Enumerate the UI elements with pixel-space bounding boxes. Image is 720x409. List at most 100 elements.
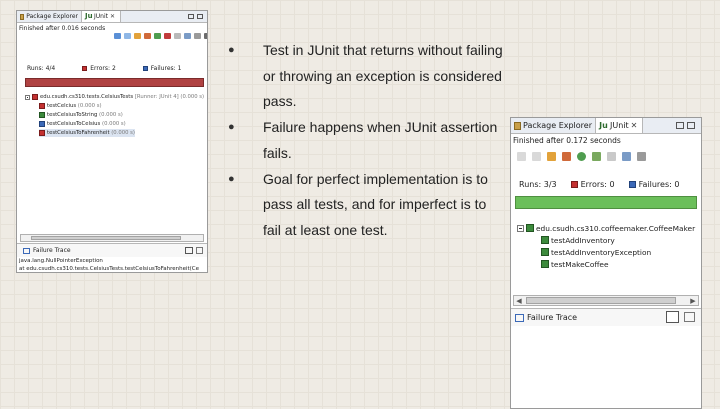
tree-detail: (0.000 s) bbox=[102, 121, 126, 127]
failure-trace-header: Failure Trace bbox=[511, 308, 701, 326]
run-status-text: Finished after 0.172 seconds bbox=[513, 136, 621, 145]
junit-view-passing: Package Explorer Ju JUnit ✕ Finished aft… bbox=[510, 117, 702, 409]
bullet-dot: ● bbox=[228, 172, 235, 185]
tree-label: edu.csudh.cs310.tests.CelsiusTests bbox=[40, 94, 134, 100]
tree-row-test[interactable]: testCelsiusToCelsius (0.000 s) bbox=[39, 120, 126, 128]
tree-detail: (0.000 s) bbox=[111, 130, 135, 136]
maximize-icon[interactable] bbox=[197, 14, 203, 19]
tree-label: edu.csudh.cs310.coffeemaker.CoffeeMaker bbox=[536, 223, 696, 233]
test-pass-icon bbox=[39, 112, 45, 118]
tree-row-suite[interactable]: edu.csudh.cs310.coffeemaker.CoffeeMaker bbox=[517, 222, 695, 234]
runs-value: 3/3 bbox=[543, 180, 557, 189]
bullet-item: ● Failure happens when JUnit assertion f… bbox=[228, 115, 503, 166]
scroll-right-icon[interactable]: ▶ bbox=[688, 296, 698, 305]
tree-label: testMakeCoffee bbox=[551, 259, 609, 269]
test-progress-bar bbox=[25, 78, 204, 87]
minimize-icon[interactable] bbox=[676, 122, 684, 129]
junit-icon: Ju bbox=[599, 121, 608, 130]
next-failure-icon[interactable] bbox=[517, 152, 526, 161]
package-icon bbox=[514, 121, 521, 130]
failures-value: 0 bbox=[674, 180, 680, 189]
tree-row-test[interactable]: testAddInventory bbox=[541, 234, 615, 246]
suite-pass-icon bbox=[526, 224, 534, 232]
bullet-list: ● Test in JUnit that returns without fai… bbox=[228, 38, 503, 244]
layout-icon[interactable] bbox=[194, 33, 201, 39]
history-icon[interactable] bbox=[184, 33, 191, 39]
history-icon[interactable] bbox=[622, 152, 631, 161]
view-menu-icon[interactable] bbox=[204, 33, 207, 39]
layout-icon[interactable] bbox=[637, 152, 646, 161]
compare-results-icon[interactable] bbox=[666, 311, 679, 323]
tab-package-explorer[interactable]: Package Explorer bbox=[511, 118, 595, 133]
maximize-icon[interactable] bbox=[687, 122, 695, 129]
bullet-dot: ● bbox=[228, 44, 235, 56]
tree-label: testAddInventory bbox=[551, 235, 615, 245]
collapse-icon[interactable] bbox=[25, 94, 30, 100]
runs-counter: Runs: 4/4 bbox=[27, 65, 55, 72]
previous-failure-icon[interactable] bbox=[124, 33, 131, 39]
compare-results-icon[interactable] bbox=[185, 247, 193, 254]
tree-row-test[interactable]: testAddInventoryException bbox=[541, 246, 651, 258]
filter-trace-icon[interactable] bbox=[684, 312, 695, 322]
error-icon bbox=[82, 66, 88, 71]
minimize-icon[interactable] bbox=[188, 14, 194, 19]
junit-view-failing: Package Explorer Ju JUnit ✕ Finished aft… bbox=[16, 10, 208, 273]
trace-frame-line[interactable]: at edu.csudh.cs310.tests.CelsiusTests.te… bbox=[19, 266, 199, 272]
tree-row-test[interactable]: testCelsiusToString (0.000 s) bbox=[39, 111, 123, 119]
tree-horizontal-scrollbar[interactable]: ◀ ▶ bbox=[513, 295, 699, 306]
show-failures-only-icon[interactable] bbox=[547, 152, 556, 161]
rerun-icon[interactable] bbox=[154, 33, 161, 39]
rerun-failed-icon[interactable] bbox=[164, 33, 171, 39]
close-icon[interactable]: ✕ bbox=[631, 121, 638, 130]
tab-label: JUnit bbox=[610, 121, 629, 130]
tree-detail: (0.000 s) bbox=[77, 103, 102, 109]
tab-junit[interactable]: Ju JUnit ✕ bbox=[81, 11, 121, 22]
error-icon bbox=[570, 181, 578, 188]
bullet-text: Goal for perfect implementation is to pa… bbox=[263, 170, 488, 238]
next-failure-icon[interactable] bbox=[114, 33, 121, 39]
failures-counter: Failures: 0 bbox=[628, 180, 680, 189]
tab-package-explorer[interactable]: Package Explorer bbox=[17, 11, 81, 22]
runs-label: Runs: bbox=[519, 180, 542, 189]
tree-row-test[interactable]: testCelcius (0.000 s) bbox=[39, 102, 102, 110]
test-pass-icon bbox=[541, 260, 549, 268]
junit-toolbar bbox=[517, 152, 646, 161]
tree-label: testCelsiusToFahrenheit bbox=[47, 130, 110, 136]
scrollbar-thumb[interactable] bbox=[526, 297, 676, 304]
scrollbar-thumb[interactable] bbox=[31, 236, 181, 240]
test-progress-bar bbox=[515, 196, 697, 209]
stack-trace-icon bbox=[515, 313, 524, 322]
tree-row-test-selected[interactable]: testCelsiusToFahrenheit (0.000 s) bbox=[39, 129, 135, 137]
test-counters: Runs: 3/3 Errors: 0 Failures: 0 bbox=[511, 180, 701, 189]
collapse-icon[interactable] bbox=[517, 224, 524, 232]
tree-horizontal-scrollbar[interactable] bbox=[20, 234, 204, 242]
view-tab-bar: Package Explorer Ju JUnit ✕ bbox=[17, 11, 207, 23]
failure-trace-header: Failure Trace bbox=[17, 243, 207, 257]
failures-label: Failures: bbox=[638, 180, 672, 189]
show-failures-only-icon[interactable] bbox=[134, 33, 141, 39]
tree-label: testAddInventoryException bbox=[551, 247, 652, 257]
scroll-lock-icon[interactable] bbox=[144, 33, 151, 39]
filter-trace-icon[interactable] bbox=[196, 247, 203, 254]
rerun-icon[interactable] bbox=[577, 152, 586, 161]
tab-junit[interactable]: Ju JUnit ✕ bbox=[595, 118, 643, 133]
stop-icon[interactable] bbox=[174, 33, 181, 39]
trace-exception-line[interactable]: java.lang.NullPointerException bbox=[19, 258, 103, 264]
failure-trace-title: Failure Trace bbox=[33, 247, 71, 254]
bullet-dot: ● bbox=[228, 121, 235, 134]
test-failure-icon bbox=[39, 121, 45, 127]
rerun-failed-icon[interactable] bbox=[592, 152, 601, 161]
errors-value: 2 bbox=[111, 65, 116, 72]
stop-icon[interactable] bbox=[607, 152, 616, 161]
scroll-left-icon[interactable]: ◀ bbox=[514, 296, 524, 305]
tree-label: testCelcius bbox=[47, 103, 77, 109]
scroll-lock-icon[interactable] bbox=[562, 152, 571, 161]
test-error-icon bbox=[39, 130, 45, 136]
view-tab-bar: Package Explorer Ju JUnit ✕ bbox=[511, 118, 701, 134]
errors-counter: Errors: 0 bbox=[570, 180, 615, 189]
tree-row-suite[interactable]: edu.csudh.cs310.tests.CelsiusTests [Runn… bbox=[25, 93, 204, 101]
tree-label: testCelsiusToString bbox=[47, 112, 98, 118]
close-icon[interactable]: ✕ bbox=[110, 13, 115, 20]
tree-row-test[interactable]: testMakeCoffee bbox=[541, 258, 609, 270]
previous-failure-icon[interactable] bbox=[532, 152, 541, 161]
